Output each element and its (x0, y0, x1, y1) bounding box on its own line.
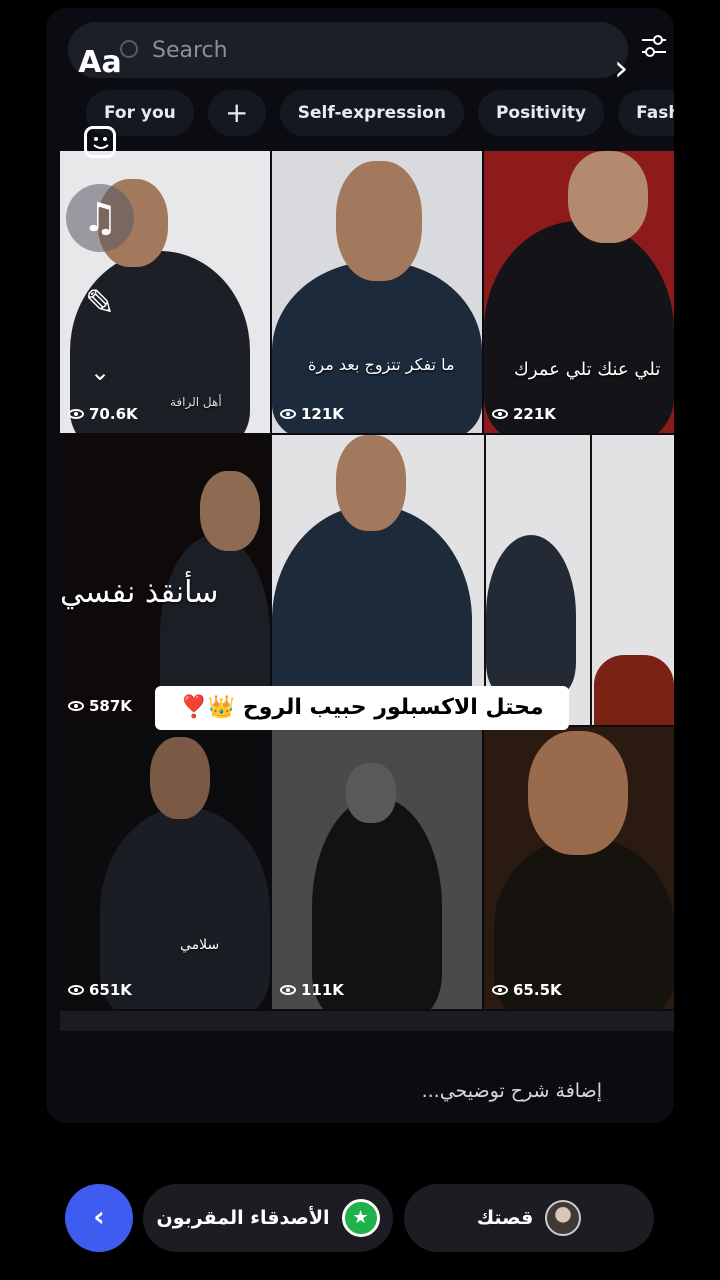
back-button[interactable]: ‹ (65, 1184, 133, 1252)
video-caption: سلامي (180, 937, 220, 953)
video-caption: سأنقذ نفسي (60, 575, 219, 610)
view-count: 221K (492, 405, 556, 423)
view-count: 121K (280, 405, 344, 423)
star-icon: ★ (341, 1199, 380, 1237)
tab-positivity[interactable]: Positivity (477, 90, 605, 136)
search-input[interactable] (152, 32, 552, 68)
video-tile[interactable]: 111K (272, 727, 482, 1009)
filter-icon[interactable] (638, 30, 670, 62)
share-bar: ‹ ★ الأصدقاء المقربون قصتك (0, 1184, 720, 1254)
close-friends-button[interactable]: ★ الأصدقاء المقربون (143, 1184, 393, 1252)
close-friends-label: الأصدقاء المقربون (156, 1207, 330, 1229)
video-tile[interactable] (272, 435, 674, 725)
sticker-icon[interactable] (64, 118, 136, 178)
eye-icon (280, 409, 296, 419)
arrow-right-icon[interactable]: › (614, 48, 628, 89)
view-count: 111K (280, 981, 344, 999)
tab-fashion[interactable]: Fashion (618, 90, 674, 136)
video-tile[interactable]: ما تفكر تتزوج بعد مرة 121K (272, 151, 482, 433)
view-count: 587K (68, 697, 132, 715)
eye-icon (492, 985, 508, 995)
video-tile[interactable]: تلي عنك تلي عمرك 221K (484, 151, 674, 433)
view-count: 651K (68, 981, 132, 999)
video-tile[interactable]: 65.5K (484, 727, 674, 1009)
add-caption-input[interactable]: إضافة شرح توضيحي... (422, 1080, 602, 1102)
video-caption: أهل الرافة (170, 395, 222, 409)
screen-recording-frame: › For you + Self-expression Positivity F… (46, 8, 674, 1123)
eye-icon (68, 985, 84, 995)
search-bar[interactable] (68, 22, 628, 78)
story-text-overlay[interactable]: محتل الاكسبلور حبيب الروح 👑❣️ (155, 686, 569, 730)
tab-self-expression[interactable]: Self-expression (279, 90, 464, 136)
draw-pen-icon[interactable]: ✎ (64, 276, 136, 336)
chevron-down-icon[interactable]: ⌄ (64, 352, 136, 412)
category-tabs: For you + Self-expression Positivity Fas… (86, 90, 674, 136)
video-tile[interactable]: سأنقذ نفسي 587K (60, 435, 270, 725)
video-grid: أهل الرافة 70.6K ما تفكر تتزوج بعد مرة 1… (60, 151, 674, 1031)
eye-icon (492, 409, 508, 419)
video-caption: ما تفكر تتزوج بعد مرة (308, 355, 455, 374)
view-count: 65.5K (492, 981, 562, 999)
your-story-label: قصتك (476, 1207, 534, 1229)
avatar (545, 1200, 582, 1236)
text-tool-button[interactable]: Aa (64, 40, 136, 100)
eye-icon (68, 701, 84, 711)
eye-icon (280, 985, 296, 995)
music-icon[interactable]: ♫ (64, 184, 136, 252)
your-story-button[interactable]: قصتك (404, 1184, 654, 1252)
video-caption: تلي عنك تلي عمرك (514, 359, 661, 380)
video-tile[interactable]: سلامي 651K (60, 727, 270, 1009)
add-tab-button[interactable]: + (207, 90, 266, 136)
